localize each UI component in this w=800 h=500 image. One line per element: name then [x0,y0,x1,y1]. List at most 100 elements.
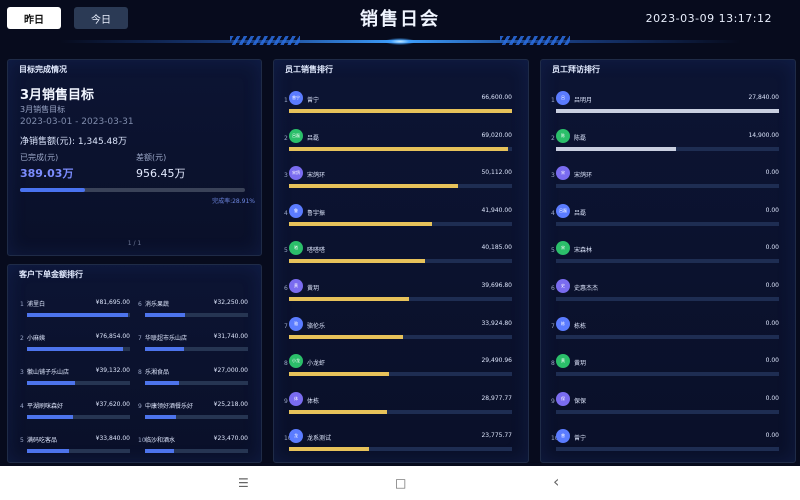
employee-row[interactable]: 2 吕磊 吕磊 69,020.00 [284,126,516,163]
amount-bar-track [145,381,248,385]
amount-bar-track [289,259,512,264]
employee-name: 吕磊 [574,209,587,217]
customer-name: 浦里白 [27,301,46,308]
amount-bar-track [556,109,779,113]
customer-row[interactable]: 1 浦里白 ¥81,695.00 [20,293,130,319]
rank-number: 1 [551,97,555,104]
rank-number: 5 [284,247,288,255]
employee-amount: 50,112.00 [481,169,512,177]
customer-row[interactable]: 2 小麻姨 ¥76,854.00 [20,327,130,353]
rank-number: 6 [551,285,555,292]
employee-amount: 41,940.00 [481,206,512,214]
amount-bar-track [27,381,130,385]
rank-number: 4 [20,403,24,410]
avatar: 黄 [289,279,303,293]
target-date-range: 2023-03-01 - 2023-03-31 [20,117,134,127]
completed-label: 已完成(元) [20,153,59,162]
employee-row[interactable]: 4 吕磊 吕磊 0.00 [551,201,783,238]
amount-bar [289,184,459,189]
home-icon[interactable]: □ [395,476,406,490]
customer-name: 消乐果蔬 [145,301,170,308]
employee-name: 史惠杰杰 [574,285,599,292]
target-title: 3月销售目标 [20,88,95,103]
employee-row[interactable]: 7 骆骆伦乐 33,924.80 [284,314,516,351]
avatar: 骆 [289,316,303,331]
amount-bar-track [289,372,512,377]
customer-row[interactable]: 10 临沙和酒水 ¥23,470.00 [138,429,248,455]
amount-bar-track [556,372,779,377]
employee-row[interactable]: 9 保保保 0.00 [551,389,783,426]
employee-name: 骆伦乐 [307,322,326,330]
rank-number: 3 [20,369,24,376]
rank-number: 6 [284,285,288,292]
customer-row[interactable]: 3 徽山铺子乐山店 ¥39,132.00 [20,361,130,387]
employee-name: 嗒嗒嗒 [307,247,326,255]
menu-icon[interactable]: ☰ [238,476,249,490]
customer-row[interactable]: 9 中康领好酒餐乐好 ¥25,218.00 [138,395,248,421]
amount-bar [289,334,403,339]
amount-bar-track [145,415,248,419]
amount-bar-track [289,447,512,452]
rank-number: 4 [284,209,288,217]
avatar: 宋鸽 [289,166,303,181]
employee-row[interactable]: 6 黄黄玥 39,696.80 [284,276,516,313]
employee-row[interactable]: 5 嗒嗒嗒嗒 40,185.00 [284,238,516,275]
employee-amount: 69,020.00 [481,131,512,139]
employee-row[interactable]: 2 陈陈磊 14,900.00 [551,126,783,163]
employee-row[interactable]: 3 宋鸽 宋鸽环 50,112.00 [284,163,516,200]
avatar: 吕 [556,91,570,105]
back-icon[interactable]: ‹ [553,472,559,491]
employee-row[interactable]: 8 黄黄玥 0.00 [551,351,783,388]
customer-name: 中康领好酒餐乐好 [145,403,194,410]
employee-row[interactable]: 8 小龙 小龙虾 29,490.96 [284,351,516,388]
amount-bar-track [556,184,779,189]
amount-bar-track [289,334,512,339]
avatar: 曾 [556,429,570,444]
amount-bar-track [289,109,512,113]
customer-row[interactable]: 4 平湖刷咪森好 ¥37,620.00 [20,395,130,421]
amount-bar [289,372,390,377]
rank-number: 7 [551,322,555,330]
employee-amount: 27,840.00 [748,94,779,101]
amount-bar-track [556,409,779,414]
customer-row[interactable]: 6 消乐果蔬 ¥32,250.00 [138,293,248,319]
header: 昨日 今日 销售日会 2023-03-09 13:17:12 [0,0,800,48]
employee-row[interactable]: 7 栋栋栋 0.00 [551,314,783,351]
employee-row[interactable]: 5 宋宋森林 0.00 [551,238,783,275]
employee-name: 栋栋 [574,322,587,330]
rank-number: 5 [551,247,555,255]
employee-row[interactable]: 3 宋宋鸽环 0.00 [551,163,783,200]
employee-row[interactable]: 10 龙龙系测试 23,775.77 [284,426,516,463]
completion-progress-fill [20,188,86,192]
customer-row[interactable]: 8 乐湘食品 ¥27,000.00 [138,361,248,387]
avatar: 栋 [556,316,570,331]
panel-title: 员工拜访排行 [552,65,600,74]
employee-row[interactable]: 1 吕吕明月 27,840.00 [551,88,783,125]
employee-row[interactable]: 4 鲁鲁宇振 41,940.00 [284,201,516,238]
customer-row[interactable]: 7 华联超市乐山店 ¥31,740.00 [138,327,248,353]
employee-row[interactable]: 9 体体栋 28,977.77 [284,389,516,426]
amount-bar [289,447,370,452]
panel-title: 客户下单金额排行 [19,270,83,279]
employee-row[interactable]: 6 史史惠杰杰 0.00 [551,276,783,313]
employee-name: 黄玥 [574,360,587,368]
difference-label: 差额(元) [136,153,167,162]
amount-bar-track [145,449,248,453]
amount-bar-track [27,449,130,453]
datetime: 2023-03-09 13:17:12 [645,12,772,25]
amount-bar [289,259,426,264]
amount-bar [27,313,128,317]
employee-row[interactable]: 1 曾宁 曾宁 66,600.00 [284,88,516,125]
employee-row[interactable]: 10 曾曾宁 0.00 [551,426,783,463]
customer-row[interactable]: 5 满码吃客品 ¥33,840.00 [20,429,130,455]
pager[interactable]: 1 / 1 [8,240,261,247]
order-amount: ¥23,470.00 [213,435,248,442]
employee-amount: 0.00 [765,319,779,327]
amount-bar [27,449,70,453]
avatar: 嗒 [289,241,303,256]
avatar: 曾宁 [289,91,303,105]
order-amount: ¥33,840.00 [95,435,130,442]
rank-number: 3 [551,172,555,180]
employee-name: 保保 [574,397,587,405]
employee-amount: 66,600.00 [481,94,512,101]
